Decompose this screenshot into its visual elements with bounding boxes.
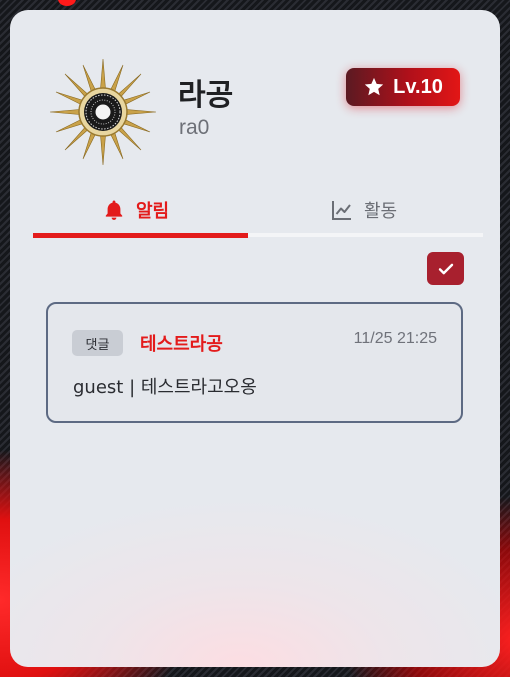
card-glow xyxy=(10,427,500,667)
tab-activity-label: 활동 xyxy=(364,201,398,222)
bell-icon xyxy=(105,200,123,220)
notification-message: guest | 테스트라고오옹 xyxy=(73,377,257,398)
mark-all-read-button[interactable] xyxy=(427,252,464,285)
check-icon xyxy=(438,263,453,274)
notification-time: 11/25 21:25 xyxy=(353,330,437,347)
profile-handle: ra0 xyxy=(179,116,210,139)
tab-alerts-label: 알림 xyxy=(136,201,170,222)
notification-type-badge: 댓글 xyxy=(72,330,123,356)
level-badge: Lv.10 xyxy=(346,68,460,106)
chart-line-icon xyxy=(332,201,351,220)
star-icon xyxy=(364,77,384,96)
tab-alerts[interactable]: 알림 xyxy=(102,190,169,230)
level-label: Lv.10 xyxy=(393,75,443,98)
notification-item[interactable]: 댓글 테스트라공 11/25 21:25 guest | 테스트라고오옹 xyxy=(46,302,463,423)
profile-card: 라공 ra0 Lv.10 알림 활동 댓글 테스트라공 11/25 21:25 … xyxy=(10,10,500,667)
notification-title: 테스트라공 xyxy=(140,334,223,355)
profile-name: 라공 xyxy=(178,78,234,113)
sun-emblem-icon xyxy=(49,58,157,166)
tab-active-indicator xyxy=(33,233,248,238)
tab-activity[interactable]: 활동 xyxy=(330,190,397,230)
avatar[interactable] xyxy=(48,57,158,167)
